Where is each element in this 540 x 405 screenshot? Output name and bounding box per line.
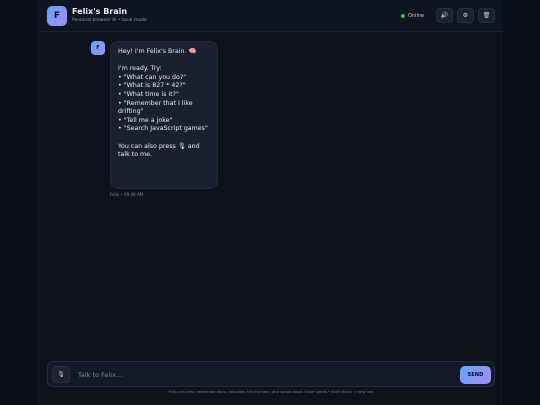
message-line: • "What is 827 * 42?" [118,82,186,90]
send-button[interactable]: SEND [460,366,491,384]
header: F Felix's Brain Personal browser AI • lo… [39,0,503,32]
app-logo: F [47,6,67,26]
app-subtitle: Personal browser AI • local mode [72,18,147,23]
status-badge: Online [401,10,424,22]
message-meta: Felix • 09:49 AM [110,192,144,197]
message-line: I'm ready. Try: [118,65,162,73]
trash-icon: 🗑 [482,12,491,19]
composer: 🎙 SEND [47,361,495,387]
footer-hint: Felix can chat, remember facts, calculat… [168,390,374,394]
speaker-button[interactable]: 🔊 [436,8,453,23]
message-line: • "Tell me a joke" [118,116,173,124]
speaker-icon: 🔊 [440,12,449,19]
settings-button[interactable]: ⚙ [457,8,474,23]
message-line: • "Remember that I like [118,99,193,107]
chat-area[interactable]: F Hey! I'm Felix's Brain. 🧠 I'm ready. T… [39,33,503,358]
message-line: Hey! I'm Felix's Brain. 🧠 [118,48,197,55]
gear-icon: ⚙ [462,12,469,19]
app-title: Felix's Brain [72,7,128,16]
status-text: Online [408,13,425,19]
message-line: • "What time is it?" [118,90,179,98]
microphone-icon: 🎙 [57,371,65,378]
online-dot-icon [401,14,405,18]
clear-chat-button[interactable]: 🗑 [478,8,495,23]
avatar: F [91,41,105,55]
mic-button[interactable]: 🎙 [52,366,70,383]
message-bubble: Hey! I'm Felix's Brain. 🧠 I'm ready. Try… [110,41,218,189]
message-input[interactable] [78,368,448,382]
message-line: talk to me. [118,151,153,159]
app-window: F Felix's Brain Personal browser AI • lo… [38,0,503,405]
message-line: drifting" [118,108,144,116]
message-line: • "What can you do?" [118,73,187,81]
message-line: • "Search JavaScript games" [118,125,208,133]
message-line: You can also press 🎙 and [118,142,200,150]
